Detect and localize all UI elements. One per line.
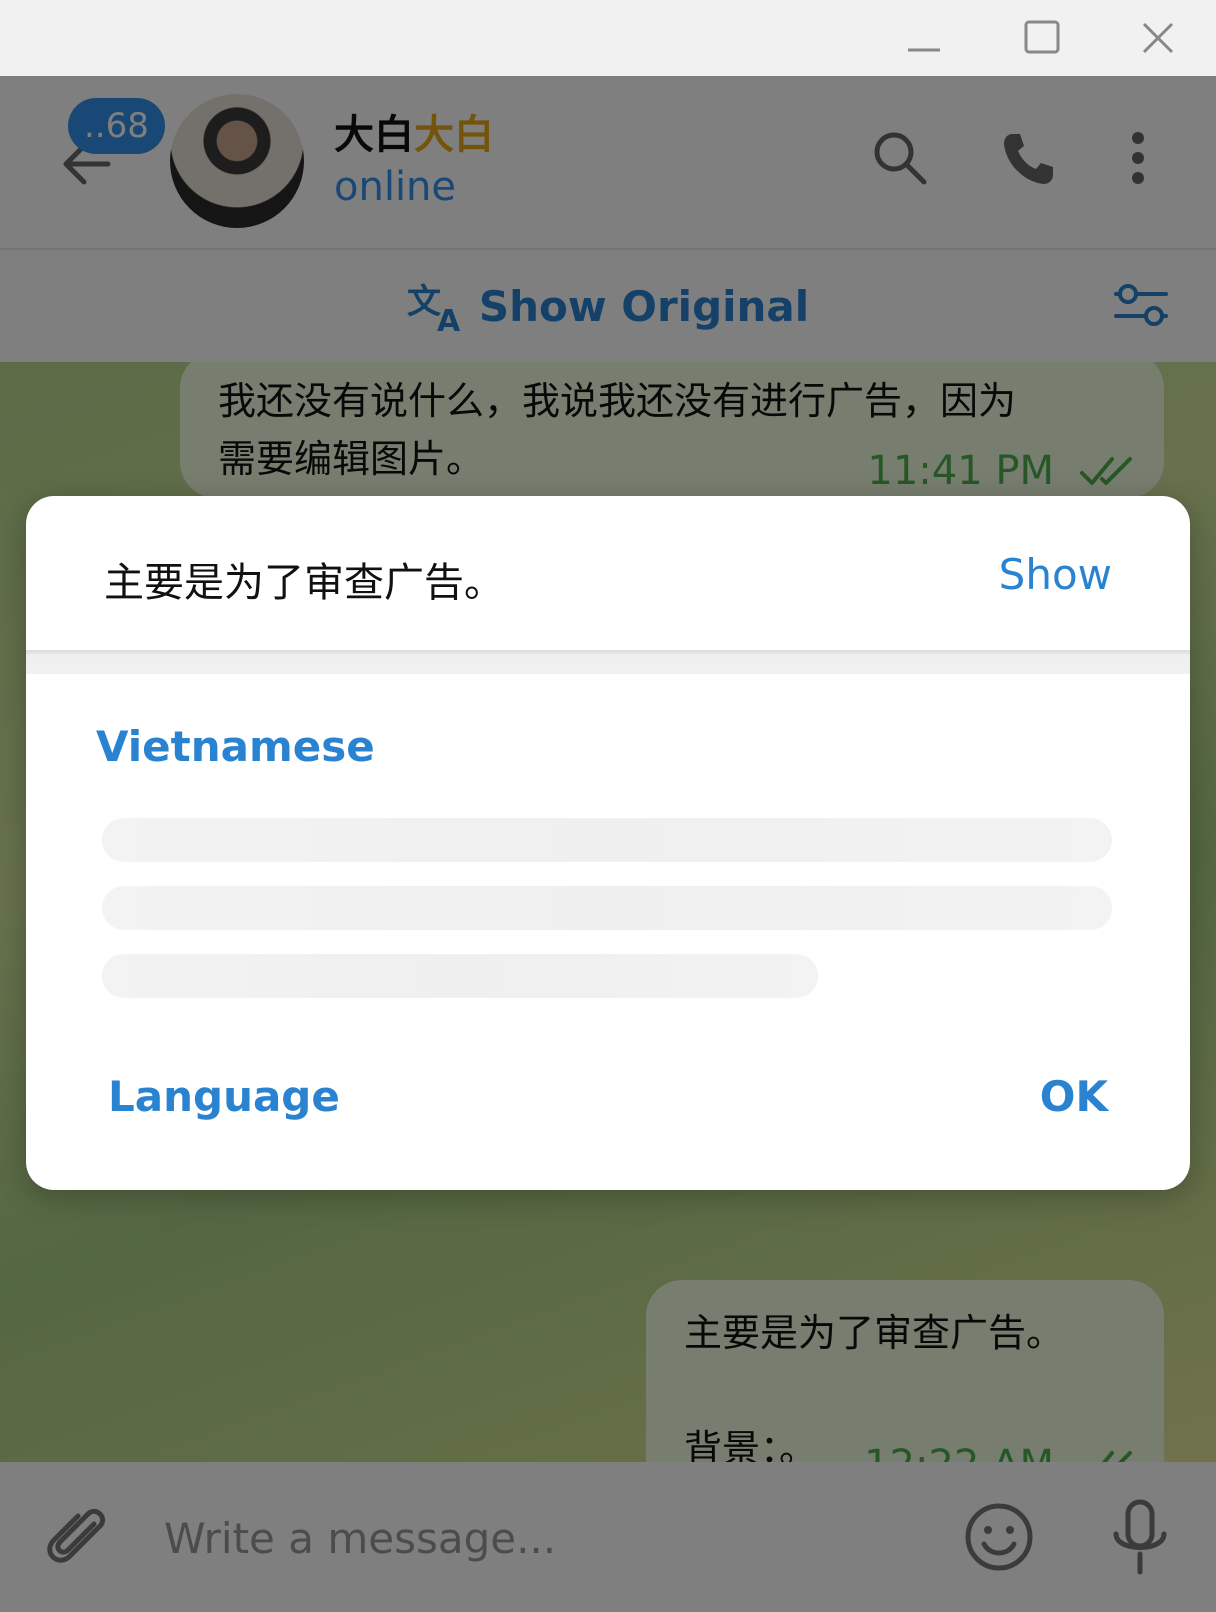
target-language-label: Vietnamese: [96, 722, 375, 771]
minimize-button[interactable]: [900, 16, 948, 60]
translate-dialog: 主要是为了审查广告。 Show Vietnamese Language OK: [26, 496, 1190, 1190]
close-button[interactable]: [1134, 16, 1182, 60]
loading-placeholder-line: [102, 954, 818, 998]
close-icon: [1142, 22, 1174, 54]
original-text: 主要是为了审查广告。: [104, 560, 504, 606]
minimize-icon: [908, 48, 940, 52]
maximize-icon: [1024, 20, 1060, 54]
window-titlebar: [0, 0, 1216, 76]
original-text-row: 主要是为了审查广告。 Show: [26, 496, 1190, 650]
language-button[interactable]: Language: [108, 1072, 340, 1121]
show-original-link[interactable]: Show: [999, 550, 1112, 599]
ok-button[interactable]: OK: [1040, 1072, 1108, 1121]
loading-placeholder-line: [102, 886, 1112, 930]
maximize-button[interactable]: [1018, 16, 1066, 60]
loading-placeholder-line: [102, 818, 1112, 862]
divider: [26, 650, 1190, 674]
